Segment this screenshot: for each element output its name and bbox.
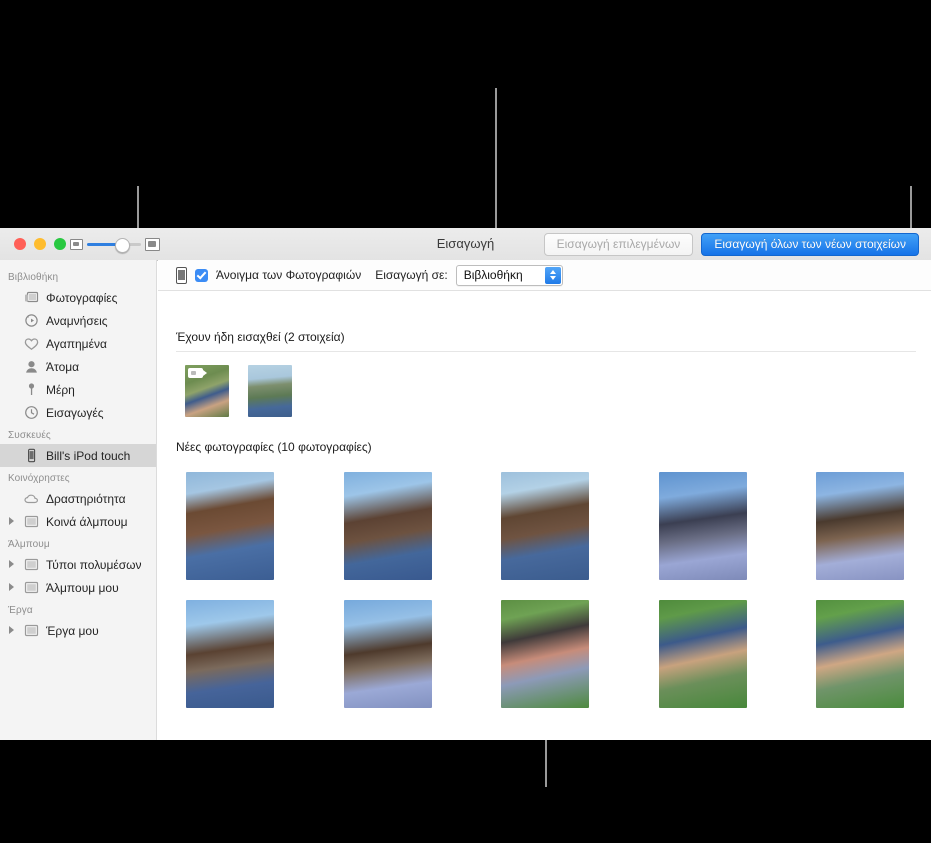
sidebar-item-my-projects[interactable]: Έργα μου (0, 619, 156, 642)
clock-icon (23, 404, 40, 421)
video-badge-icon (188, 368, 207, 378)
import-options-bar: Άνοιγμα των Φωτογραφιών Εισαγωγή σε: Βιβ… (158, 260, 931, 291)
person-icon (23, 358, 40, 375)
sidebar-item-my-albums[interactable]: Άλμπουμ μου (0, 576, 156, 599)
sidebar-item-bills-ipod-touch[interactable]: Bill's iPod touch (0, 444, 156, 467)
toolbar-buttons: Εισαγωγή επιλεγμένων Εισαγωγή όλων των ν… (543, 233, 919, 256)
sidebar-header-albums: Άλμπουμ (8, 539, 50, 550)
open-photos-checkbox[interactable] (195, 268, 208, 282)
sidebar-header-devices: Συσκευές (8, 430, 51, 441)
import-to-popup-button[interactable]: Βιβλιοθήκη (455, 264, 563, 286)
traffic-lights[interactable] (14, 238, 66, 250)
chevron-right-icon[interactable] (8, 626, 17, 635)
sidebar-item-label: Αγαπημένα (46, 336, 107, 351)
large-thumbnail-icon (145, 237, 160, 251)
import-all-new-button[interactable]: Εισαγωγή όλων των νέων στοιχείων (701, 233, 919, 256)
import-to-label: Εισαγωγή σε: (375, 268, 448, 282)
thumbnail-girl-flowers-eyes[interactable] (344, 472, 432, 580)
sidebar-item-label: Φωτογραφίες (46, 290, 118, 305)
sidebar-item-label: Δραστηριότητα (46, 491, 126, 506)
thumbnail-two-girls-grass-video[interactable] (185, 365, 229, 417)
import-to-value: Βιβλιοθήκη (463, 268, 523, 282)
photos-icon (23, 289, 40, 306)
sidebar-item-label: Αναμνήσεις (46, 313, 108, 328)
zoom-button[interactable] (54, 238, 66, 250)
thumbnail-girl-beach-portrait[interactable] (248, 365, 292, 417)
sidebar-item-activity[interactable]: Δραστηριότητα (0, 487, 156, 510)
thumbnail-girls-lying-grass-upside[interactable] (501, 600, 589, 708)
sidebar-item-places[interactable]: Μέρη (0, 378, 156, 401)
pin-icon (23, 381, 40, 398)
sidebar-item-label: Άλμπουμ μου (46, 580, 119, 595)
sidebar[interactable]: Βιβλιοθήκη Φωτογραφίες Αναμνήσεις Αγαπημ… (0, 260, 157, 740)
chevron-right-icon[interactable] (8, 560, 17, 569)
sidebar-item-media-types[interactable]: Τύποι πολυμέσων (0, 553, 156, 576)
thumbnail-two-friends-sunglasses[interactable] (659, 472, 747, 580)
sidebar-item-label: Άτομα (46, 359, 80, 374)
chevron-right-icon[interactable] (8, 517, 17, 526)
chevron-updown-icon (544, 266, 561, 284)
ipod-icon (176, 266, 187, 284)
heart-icon (23, 335, 40, 352)
sidebar-item-memories[interactable]: Αναμνήσεις (0, 309, 156, 332)
small-thumbnail-icon (70, 238, 83, 250)
ipod-icon (23, 447, 40, 464)
sidebar-item-label: Bill's iPod touch (46, 448, 131, 463)
screenshot-stage: Εισαγωγή Εισαγωγή επιλεγμένων Εισαγωγή ό… (0, 0, 931, 843)
sidebar-item-label: Κοινά άλμπουμ (46, 514, 128, 529)
sidebar-header-shared: Κοινόχρηστες (8, 473, 70, 484)
sidebar-item-label: Εισαγωγές (46, 405, 104, 420)
section-title-new-photos: Νέες φωτογραφίες (10 φωτογραφίες) (176, 440, 372, 454)
album-icon (23, 622, 40, 639)
thumbnail-girl-smiling-sea[interactable] (501, 472, 589, 580)
sidebar-item-imports[interactable]: Εισαγωγές (0, 401, 156, 424)
sidebar-header-projects: Έργα (8, 605, 33, 616)
thumbnail-girls-grass-flower[interactable] (659, 600, 747, 708)
minimize-button[interactable] (34, 238, 46, 250)
slider-knob[interactable] (115, 237, 130, 253)
close-button[interactable] (14, 238, 26, 250)
window-titlebar: Εισαγωγή Εισαγωγή επιλεγμένων Εισαγωγή ό… (0, 228, 931, 261)
photos-import-window: Εισαγωγή Εισαγωγή επιλεγμένων Εισαγωγή ό… (0, 228, 931, 740)
thumbnail-two-friends-field[interactable] (186, 600, 274, 708)
thumbnail-girls-grass-looking[interactable] (816, 600, 904, 708)
sidebar-item-label: Τύποι πολυμέσων (46, 557, 142, 572)
sidebar-header-library: Βιβλιοθήκη (8, 272, 59, 283)
slider-track[interactable] (87, 237, 130, 253)
sidebar-item-favorites[interactable]: Αγαπημένα (0, 332, 156, 355)
sidebar-item-label: Μέρη (46, 382, 75, 397)
thumbnail-size-slider[interactable] (70, 236, 160, 253)
sidebar-item-people[interactable]: Άτομα (0, 355, 156, 378)
thumbnail-two-friends-peace-sign[interactable] (816, 472, 904, 580)
section-rule (176, 351, 916, 352)
album-icon (23, 513, 40, 530)
thumbnail-two-friends-peace-v[interactable] (344, 600, 432, 708)
album-icon (23, 556, 40, 573)
thumbnail-girl-looking-up[interactable] (186, 472, 274, 580)
import-selected-button[interactable]: Εισαγωγή επιλεγμένων (543, 233, 694, 256)
sidebar-item-label: Έργα μου (46, 623, 99, 638)
cloud-icon (23, 490, 40, 507)
sidebar-item-photos[interactable]: Φωτογραφίες (0, 286, 156, 309)
chevron-right-icon[interactable] (8, 583, 17, 592)
memories-icon (23, 312, 40, 329)
import-content-pane: Άνοιγμα των Φωτογραφιών Εισαγωγή σε: Βιβ… (158, 260, 931, 740)
album-icon (23, 579, 40, 596)
sidebar-item-shared-albums[interactable]: Κοινά άλμπουμ (0, 510, 156, 533)
open-photos-label: Άνοιγμα των Φωτογραφιών (216, 268, 362, 282)
section-title-already-imported: Έχουν ήδη εισαχθεί (2 στοιχεία) (176, 330, 345, 344)
